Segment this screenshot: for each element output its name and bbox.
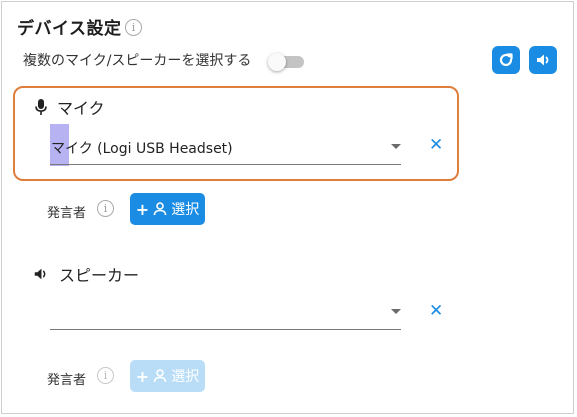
multi-select-label: 複数のマイク/スピーカーを選択する — [23, 53, 252, 69]
speaker-select-button-label: 選択 — [171, 369, 200, 385]
speaker-select-underline — [50, 329, 401, 330]
page-title: デバイス設定 — [17, 19, 122, 39]
mic-header: マイク — [35, 95, 105, 119]
refresh-icon — [499, 53, 513, 67]
multi-select-toggle[interactable] — [268, 53, 306, 71]
info-icon[interactable]: i — [97, 367, 114, 384]
speaker-icon — [34, 268, 46, 280]
mic-select-button-label: 選択 — [171, 202, 200, 218]
speaker-title: スピーカー — [59, 266, 140, 285]
chevron-down-icon[interactable] — [391, 309, 401, 314]
speaker-clear-button[interactable]: ✕ — [429, 303, 443, 320]
mic-select-speaker-button[interactable]: + 選択 — [130, 193, 205, 225]
person-icon — [153, 202, 167, 216]
speaker-speaker-label: 発言者 — [47, 373, 87, 388]
mic-select-value[interactable]: マイク (Logi USB Headset) — [51, 138, 233, 158]
mic-speaker-label: 発言者 — [47, 206, 87, 221]
info-icon[interactable]: i — [97, 200, 114, 217]
speaker-icon — [537, 54, 549, 66]
speaker-header: スピーカー — [33, 262, 139, 286]
mic-title: マイク — [57, 99, 105, 118]
info-icon[interactable]: i — [125, 19, 142, 36]
microphone-icon — [35, 98, 47, 115]
add-person-icon: + — [135, 366, 150, 386]
add-person-icon: + — [135, 199, 150, 219]
mic-select-underline — [50, 164, 401, 165]
speaker-test-button[interactable] — [529, 46, 557, 74]
person-icon — [153, 369, 167, 383]
speaker-select-speaker-button[interactable]: + 選択 — [130, 360, 205, 392]
refresh-button[interactable] — [492, 46, 520, 74]
chevron-down-icon[interactable] — [391, 144, 401, 149]
mic-clear-button[interactable]: ✕ — [429, 137, 443, 154]
